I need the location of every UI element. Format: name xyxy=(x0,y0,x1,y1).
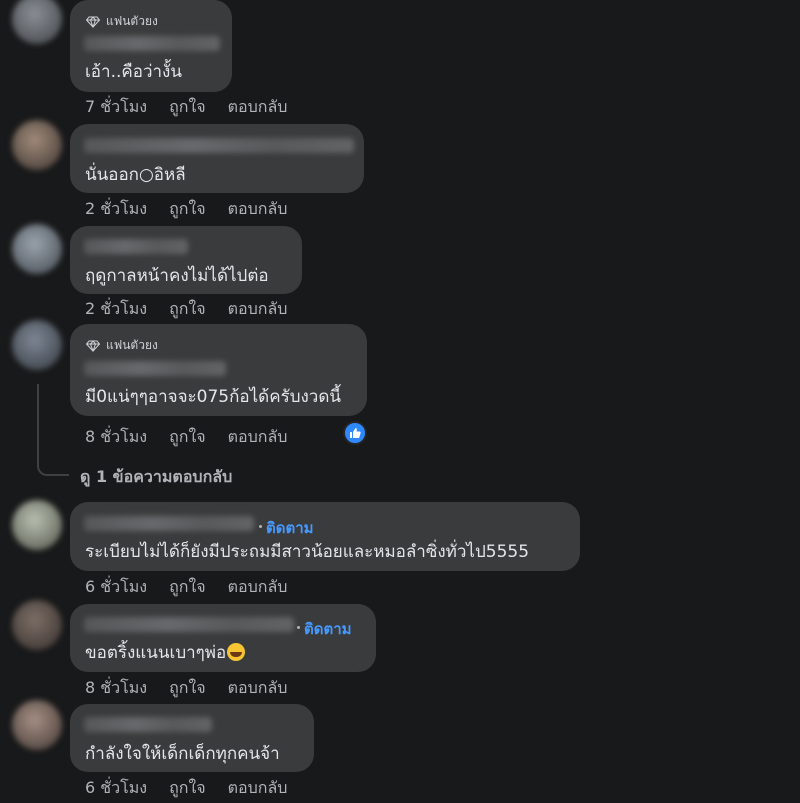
like-button[interactable]: ถูกใจ xyxy=(169,197,206,222)
view-replies-link[interactable]: ดู 1 ข้อความตอบกลับ xyxy=(80,465,232,490)
comment-text: นั่นออก○อิหลี xyxy=(85,165,186,185)
follow-button[interactable]: ติดตาม xyxy=(266,516,314,540)
commenter-name[interactable] xyxy=(84,239,188,254)
top-fan-badge: แฟนตัวยง xyxy=(86,12,158,31)
reply-button[interactable]: ตอบกลับ xyxy=(228,676,288,701)
avatar[interactable] xyxy=(12,500,62,550)
like-button[interactable]: ถูกใจ xyxy=(169,776,206,801)
comment-actions: 2 ชั่วโมง ถูกใจ ตอบกลับ xyxy=(85,197,287,222)
comment-text: ขอตริ้งแนนเบาๆพ่อ xyxy=(85,639,246,666)
commenter-name[interactable] xyxy=(84,36,220,51)
comment-timestamp[interactable]: 7 ชั่วโมง xyxy=(85,95,147,120)
commenter-name[interactable] xyxy=(84,617,294,632)
like-button[interactable]: ถูกใจ xyxy=(169,676,206,701)
comment-actions: 6 ชั่วโมง ถูกใจ ตอบกลับ xyxy=(85,575,287,600)
avatar[interactable] xyxy=(12,600,62,650)
diamond-icon xyxy=(86,339,100,352)
reply-button[interactable]: ตอบกลับ xyxy=(228,297,288,322)
top-fan-label: แฟนตัวยง xyxy=(106,338,158,352)
commenter-name[interactable] xyxy=(84,516,254,531)
rolling-laughing-emoji-icon xyxy=(227,643,246,661)
comment-actions: 8 ชั่วโมง ถูกใจ ตอบกลับ xyxy=(85,676,287,701)
like-button[interactable]: ถูกใจ xyxy=(169,425,206,450)
like-button[interactable]: ถูกใจ xyxy=(169,297,206,322)
avatar[interactable] xyxy=(12,224,62,274)
comment-timestamp[interactable]: 6 ชั่วโมง xyxy=(85,776,147,801)
reply-thread-connector xyxy=(37,384,69,476)
commenter-name[interactable] xyxy=(84,717,212,732)
reply-button[interactable]: ตอบกลับ xyxy=(228,95,288,120)
comment-timestamp[interactable]: 2 ชั่วโมง xyxy=(85,197,147,222)
comment-timestamp[interactable]: 8 ชั่วโมง xyxy=(85,676,147,701)
like-button[interactable]: ถูกใจ xyxy=(169,95,206,120)
commenter-name[interactable] xyxy=(84,361,226,376)
comment-text: ฤดูกาลหน้าคงไม่ได้ไปต่อ xyxy=(85,266,269,286)
avatar[interactable] xyxy=(12,320,62,370)
reply-button[interactable]: ตอบกลับ xyxy=(228,425,288,450)
follow-button[interactable]: ติดตาม xyxy=(304,617,352,641)
avatar[interactable] xyxy=(12,700,62,750)
avatar[interactable] xyxy=(12,0,62,44)
like-button[interactable]: ถูกใจ xyxy=(169,575,206,600)
reply-button[interactable]: ตอบกลับ xyxy=(228,197,288,222)
avatar[interactable] xyxy=(12,120,62,170)
comment-timestamp[interactable]: 6 ชั่วโมง xyxy=(85,575,147,600)
reply-button[interactable]: ตอบกลับ xyxy=(228,776,288,801)
separator-dot xyxy=(259,525,262,528)
comment-text: ระเบียบไม่ได้ก็ยังมีประถมมีสาวน้อยและหมอ… xyxy=(85,542,530,562)
top-fan-badge: แฟนตัวยง xyxy=(86,336,158,355)
comment-actions: 2 ชั่วโมง ถูกใจ ตอบกลับ xyxy=(85,297,287,322)
commenter-name[interactable] xyxy=(84,138,354,153)
reaction-like-badge[interactable] xyxy=(343,421,367,445)
comment-text: มี0แน่ๆๆอาจจะ075ก้อได้ครับงวดนี้ xyxy=(85,387,342,407)
comment-text: กำลังใจให้เด็กเด็กทุกคนจ้า xyxy=(85,744,280,764)
reply-button[interactable]: ตอบกลับ xyxy=(228,575,288,600)
comment-text-content: ขอตริ้งแนนเบาๆพ่อ xyxy=(85,643,227,663)
diamond-icon xyxy=(86,15,100,28)
comment-timestamp[interactable]: 2 ชั่วโมง xyxy=(85,297,147,322)
comment-actions: 7 ชั่วโมง ถูกใจ ตอบกลับ xyxy=(85,95,287,120)
comment-timestamp[interactable]: 8 ชั่วโมง xyxy=(85,425,147,450)
comment-text: เอ้า..คือว่างั้น xyxy=(85,62,182,82)
comment-actions: 6 ชั่วโมง ถูกใจ ตอบกลับ xyxy=(85,776,287,801)
like-icon xyxy=(350,428,361,438)
separator-dot xyxy=(297,626,300,629)
comment-actions: 8 ชั่วโมง ถูกใจ ตอบกลับ xyxy=(85,425,287,450)
top-fan-label: แฟนตัวยง xyxy=(106,14,158,28)
